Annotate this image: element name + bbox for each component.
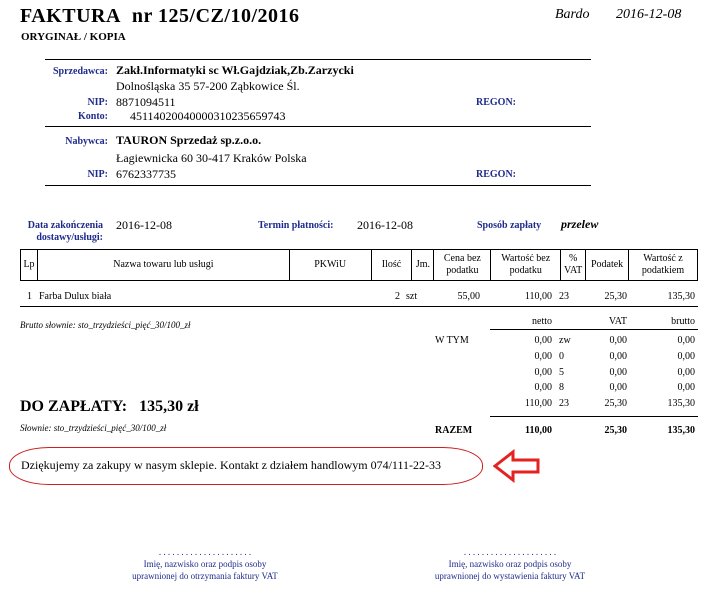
signature-receiver: . . . . . . . . . . . . . . . . . . . . … bbox=[95, 546, 315, 582]
invoice-date: 2016-12-08 bbox=[616, 7, 682, 22]
summary-row-vat: 25,30 bbox=[604, 398, 628, 409]
summary-row-rate: zw bbox=[559, 335, 571, 346]
summary-row-netto: 0,00 bbox=[534, 367, 553, 378]
payment-term: 2016-12-08 bbox=[357, 218, 413, 232]
row-qty: 2 bbox=[395, 291, 400, 302]
seller-top-rule bbox=[45, 59, 591, 60]
buyer-regon-label: REGON: bbox=[476, 169, 516, 180]
row-gross: 135,30 bbox=[667, 291, 696, 302]
brutto-in-words: Brutto słownie: sto_trzydzieści_pięć_30/… bbox=[20, 320, 191, 330]
summary-row-rate: 0 bbox=[559, 351, 564, 362]
summary-row-netto: 110,00 bbox=[524, 398, 552, 409]
items-bottom-rule bbox=[20, 306, 698, 307]
col-header-lp: Lp bbox=[20, 249, 38, 281]
summary-row-rate: 23 bbox=[559, 398, 569, 409]
items-table: Lp Nazwa towaru lub usługi PKWiU Ilość J… bbox=[20, 249, 698, 281]
col-header-price: Cena bez podatku bbox=[433, 249, 492, 281]
amount-due: DO ZAPŁATY: 135,30 zł bbox=[20, 398, 199, 416]
summary-razem-label: RAZEM bbox=[435, 425, 473, 436]
summary-header-rule bbox=[490, 329, 698, 330]
summary-row-netto: 0,00 bbox=[534, 335, 553, 346]
col-header-gross: Wartość z podatkiem bbox=[628, 249, 698, 281]
summary-row-rate: 5 bbox=[559, 367, 564, 378]
seller-regon-label: REGON: bbox=[476, 97, 516, 108]
row-vat-rate: 23 bbox=[559, 291, 569, 302]
seller-address: Dolnośląska 35 57-200 Ząbkowice Śl. bbox=[116, 79, 300, 93]
signature-dots: . . . . . . . . . . . . . . . . . . . . … bbox=[158, 547, 252, 557]
payment-term-label: Termin płatności: bbox=[258, 220, 334, 231]
delivery-date-label: Data zakończenia dostawy/usługi: bbox=[27, 220, 103, 243]
seller-nip: 8871094511 bbox=[116, 95, 176, 109]
summary-row-vat: 0,00 bbox=[609, 382, 628, 393]
summary-razem-netto: 110,00 bbox=[525, 425, 552, 436]
summary-w-tym-label: W TYM bbox=[435, 335, 469, 346]
items-table-header: Lp Nazwa towaru lub usługi PKWiU Ilość J… bbox=[20, 249, 698, 281]
row-unit: szt bbox=[406, 291, 418, 302]
row-net: 110,00 bbox=[524, 291, 552, 302]
buyer-nip: 6762337735 bbox=[116, 167, 176, 181]
buyer-nip-label: NIP: bbox=[87, 169, 108, 180]
row-name: Farba Dulux biała bbox=[39, 291, 112, 302]
invoice-subtitle: ORYGINAŁ / KOPIA bbox=[21, 31, 126, 43]
seller-name: Zakł.Informatyki sc Wł.Gajdziak,Zb.Zarzy… bbox=[116, 63, 354, 77]
buyer-address: Łagiewnicka 60 30-417 Kraków Polska bbox=[116, 151, 307, 165]
summary-razem-vat: 25,30 bbox=[604, 425, 628, 436]
amount-due-value: 135,30 zł bbox=[139, 398, 199, 415]
col-header-qty: Ilość bbox=[370, 249, 413, 281]
seller-konto: 45114020040000310235659743 bbox=[130, 109, 286, 123]
payment-method-label: Sposób zapłaty bbox=[477, 220, 542, 231]
thank-you-text: Dziękujemy za zakupy w nasym sklepie. Ko… bbox=[21, 458, 441, 472]
arrow-left-icon bbox=[493, 449, 540, 483]
signature-issuer: . . . . . . . . . . . . . . . . . . . . … bbox=[400, 546, 620, 582]
summary-header-vat: VAT bbox=[608, 316, 627, 327]
summary-row-brutto: 135,30 bbox=[667, 398, 696, 409]
summary-row-brutto: 0,00 bbox=[677, 367, 696, 378]
col-header-vat-rate: % VAT bbox=[560, 249, 587, 281]
col-header-net: Wartość bez podatku bbox=[490, 249, 562, 281]
summary-row-vat: 0,00 bbox=[609, 367, 628, 378]
delivery-date: 2016-12-08 bbox=[116, 218, 172, 232]
seller-bottom-rule bbox=[45, 126, 591, 127]
seller-konto-label: Konto: bbox=[78, 111, 108, 122]
summary-row-vat: 0,00 bbox=[609, 335, 628, 346]
buyer-bottom-rule bbox=[45, 185, 591, 186]
row-tax: 25,30 bbox=[604, 291, 628, 302]
invoice-title: FAKTURA nr 125/CZ/10/2016 bbox=[20, 5, 300, 28]
invoice-number: nr 125/CZ/10/2016 bbox=[131, 5, 300, 27]
row-lp: 1 bbox=[27, 291, 32, 302]
row-price: 55,00 bbox=[457, 291, 481, 302]
invoice-place: Bardo bbox=[555, 7, 590, 22]
summary-row-netto: 0,00 bbox=[534, 382, 553, 393]
amount-in-words: Słownie: sto_trzydzieści_pięć_30/100_zł bbox=[20, 423, 167, 433]
invoice-title-word: FAKTURA bbox=[20, 5, 121, 27]
summary-row-brutto: 0,00 bbox=[677, 351, 696, 362]
amount-due-label: DO ZAPŁATY: bbox=[20, 398, 128, 415]
summary-row-brutto: 0,00 bbox=[677, 382, 696, 393]
summary-razem-brutto: 135,30 bbox=[667, 425, 696, 436]
summary-header-brutto: brutto bbox=[671, 316, 695, 327]
payment-method: przelew bbox=[561, 217, 599, 231]
summary-row-netto: 0,00 bbox=[534, 351, 553, 362]
buyer-label: Nabywca: bbox=[65, 136, 108, 147]
signature-dots: . . . . . . . . . . . . . . . . . . . . … bbox=[463, 547, 557, 557]
col-header-name: Nazwa towaru lub usługi bbox=[36, 249, 290, 281]
summary-header-netto: netto bbox=[532, 316, 552, 327]
summary-total-rule bbox=[490, 416, 698, 417]
col-header-unit: Jm. bbox=[411, 249, 435, 281]
col-header-tax: Podatek bbox=[585, 249, 630, 281]
seller-nip-label: NIP: bbox=[87, 97, 108, 108]
summary-row-rate: 8 bbox=[559, 382, 564, 393]
seller-label: Sprzedawca: bbox=[53, 66, 108, 77]
summary-row-vat: 0,00 bbox=[609, 351, 628, 362]
col-header-pkwiu: PKWiU bbox=[288, 249, 372, 281]
buyer-name: TAURON Sprzedaż sp.z.o.o. bbox=[116, 133, 262, 147]
summary-row-brutto: 0,00 bbox=[677, 335, 696, 346]
